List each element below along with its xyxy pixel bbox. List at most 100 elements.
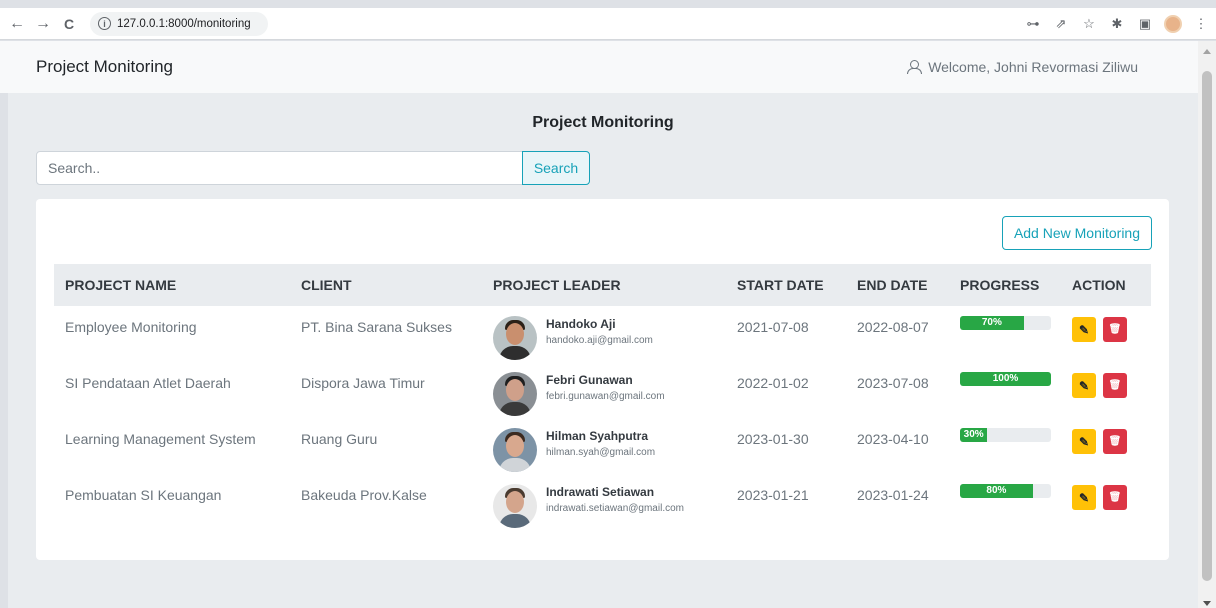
trash-icon: 🗑 — [1108, 324, 1122, 335]
side-panel-icon[interactable]: ▣ — [1136, 16, 1154, 32]
column-header-client: CLIENT — [301, 277, 352, 293]
welcome-user[interactable]: Welcome, Johni Revormasi Ziliwu — [907, 59, 1138, 75]
address-bar[interactable]: i 127.0.0.1:8000/monitoring — [90, 11, 268, 36]
end-date-cell: 2023-04-10 — [857, 431, 929, 447]
start-date-cell: 2021-07-08 — [737, 319, 809, 335]
progress-bar-track: 70% — [960, 316, 1051, 330]
progress-bar-track: 100% — [960, 372, 1051, 386]
leader-name: Indrawati Setiawan — [546, 485, 655, 499]
delete-button[interactable]: 🗑 — [1103, 429, 1127, 454]
leader-avatar — [493, 484, 537, 528]
profile-avatar-icon[interactable] — [1164, 15, 1182, 33]
page-title: Project Monitoring — [532, 114, 674, 131]
extensions-icon[interactable]: ✱ — [1108, 16, 1126, 32]
leader-email: febri.gunawan@gmail.com — [546, 391, 665, 402]
project-leader-cell: Hilman Syahputra hilman.syah@gmail.com — [482, 418, 726, 474]
action-cell: ✎ 🗑 — [1061, 418, 1151, 474]
progress-cell: 70% — [949, 306, 1061, 362]
leader-avatar — [493, 428, 537, 472]
progress-bar: 70% — [960, 316, 1024, 330]
welcome-text: Welcome, Johni Revormasi Ziliwu — [928, 59, 1138, 75]
start-date-cell: 2023-01-30 — [737, 431, 809, 447]
project-leader-cell: Febri Gunawan febri.gunawan@gmail.com — [482, 362, 726, 418]
client-cell: Bakeuda Prov.Kalse — [301, 487, 427, 503]
edit-icon: ✎ — [1078, 434, 1090, 449]
reload-button[interactable]: C — [58, 13, 80, 35]
column-header-action: ACTION — [1072, 277, 1126, 293]
progress-bar: 80% — [960, 484, 1033, 498]
progress-cell: 80% — [949, 474, 1061, 530]
add-monitoring-button[interactable]: Add New Monitoring — [1001, 216, 1152, 250]
scroll-down-arrow-icon[interactable] — [1203, 601, 1211, 606]
share-icon[interactable]: ⇗ — [1052, 16, 1070, 32]
end-date-cell: 2022-08-07 — [857, 319, 929, 335]
monitoring-card: Add New Monitoring PROJECT NAME CLIENT P… — [36, 199, 1169, 560]
progress-cell: 100% — [949, 362, 1061, 418]
client-cell: Dispora Jawa Timur — [301, 375, 425, 391]
project-leader-cell: Handoko Aji handoko.aji@gmail.com — [482, 306, 726, 362]
leader-email: handoko.aji@gmail.com — [546, 335, 653, 346]
column-header-end-date: END DATE — [857, 277, 928, 293]
bookmark-star-icon[interactable]: ☆ — [1080, 16, 1098, 32]
leader-avatar — [493, 372, 537, 416]
project-name-cell: Employee Monitoring — [65, 319, 197, 335]
edit-button[interactable]: ✎ — [1072, 317, 1096, 342]
edit-icon: ✎ — [1078, 322, 1090, 337]
client-cell: Ruang Guru — [301, 431, 378, 447]
delete-button[interactable]: 🗑 — [1103, 485, 1127, 510]
progress-bar: 30% — [960, 428, 988, 442]
scroll-thumb[interactable] — [1202, 71, 1212, 581]
main-content: Project Monitoring Search Add New Monito… — [8, 93, 1198, 608]
table-row: SI Pendataan Atlet Daerah Dispora Jawa T… — [54, 362, 1151, 418]
action-cell: ✎ 🗑 — [1061, 474, 1151, 530]
app-navbar: Project Monitoring Welcome, Johni Revorm… — [0, 41, 1198, 93]
browser-toolbar: ← → C i 127.0.0.1:8000/monitoring ⊶ ⇗ ☆ … — [0, 8, 1216, 40]
leader-email: indrawati.setiawan@gmail.com — [546, 503, 684, 514]
edit-button[interactable]: ✎ — [1072, 373, 1096, 398]
scroll-up-arrow-icon[interactable] — [1203, 49, 1211, 54]
table-row: Employee Monitoring PT. Bina Sarana Suks… — [54, 306, 1151, 362]
project-name-cell: Pembuatan SI Keuangan — [65, 487, 222, 503]
edit-button[interactable]: ✎ — [1072, 429, 1096, 454]
column-header-progress: PROGRESS — [960, 277, 1040, 293]
leader-name: Febri Gunawan — [546, 373, 633, 387]
delete-button[interactable]: 🗑 — [1103, 317, 1127, 342]
table-header-row: PROJECT NAME CLIENT PROJECT LEADER START… — [54, 264, 1151, 306]
monitoring-table: PROJECT NAME CLIENT PROJECT LEADER START… — [54, 264, 1151, 530]
url-text: 127.0.0.1:8000/monitoring — [117, 17, 251, 30]
user-icon — [907, 60, 923, 74]
brand-title[interactable]: Project Monitoring — [36, 57, 173, 77]
forward-button[interactable]: → — [32, 13, 54, 35]
action-cell: ✎ 🗑 — [1061, 306, 1151, 362]
page-scrollbar[interactable] — [1198, 41, 1216, 608]
key-icon[interactable]: ⊶ — [1024, 16, 1042, 32]
search-button[interactable]: Search — [522, 151, 590, 185]
back-button[interactable]: ← — [6, 13, 28, 35]
trash-icon: 🗑 — [1108, 380, 1122, 391]
project-name-cell: SI Pendataan Atlet Daerah — [65, 375, 231, 391]
end-date-cell: 2023-01-24 — [857, 487, 929, 503]
leader-email: hilman.syah@gmail.com — [546, 447, 656, 458]
column-header-start-date: START DATE — [737, 277, 824, 293]
column-header-project-leader: PROJECT LEADER — [493, 277, 621, 293]
action-cell: ✎ 🗑 — [1061, 362, 1151, 418]
edit-icon: ✎ — [1078, 490, 1090, 505]
leader-name: Handoko Aji — [546, 317, 616, 331]
start-date-cell: 2022-01-02 — [737, 375, 809, 391]
search-input[interactable] — [36, 151, 523, 185]
end-date-cell: 2023-07-08 — [857, 375, 929, 391]
client-cell: PT. Bina Sarana Sukses — [301, 319, 452, 335]
delete-button[interactable]: 🗑 — [1103, 373, 1127, 398]
browser-menu-icon[interactable]: ⋮ — [1192, 16, 1210, 32]
edit-icon: ✎ — [1078, 378, 1090, 393]
table-row: Learning Management System Ruang Guru Hi… — [54, 418, 1151, 474]
table-row: Pembuatan SI Keuangan Bakeuda Prov.Kalse… — [54, 474, 1151, 530]
edit-button[interactable]: ✎ — [1072, 485, 1096, 510]
site-info-icon[interactable]: i — [98, 17, 111, 30]
column-header-project-name: PROJECT NAME — [65, 277, 177, 293]
trash-icon: 🗑 — [1108, 436, 1122, 447]
trash-icon: 🗑 — [1108, 492, 1122, 503]
progress-bar: 100% — [960, 372, 1051, 386]
leader-avatar — [493, 316, 537, 360]
project-leader-cell: Indrawati Setiawan indrawati.setiawan@gm… — [482, 474, 726, 530]
